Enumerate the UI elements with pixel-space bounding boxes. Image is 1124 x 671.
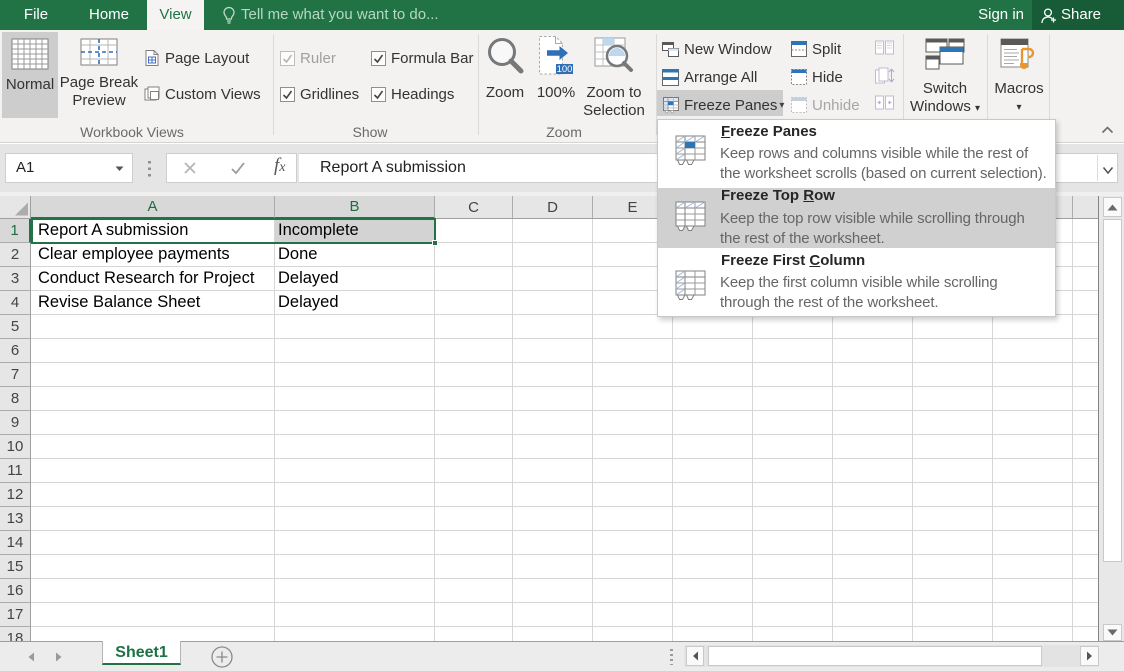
svg-text:100: 100 bbox=[557, 64, 573, 75]
